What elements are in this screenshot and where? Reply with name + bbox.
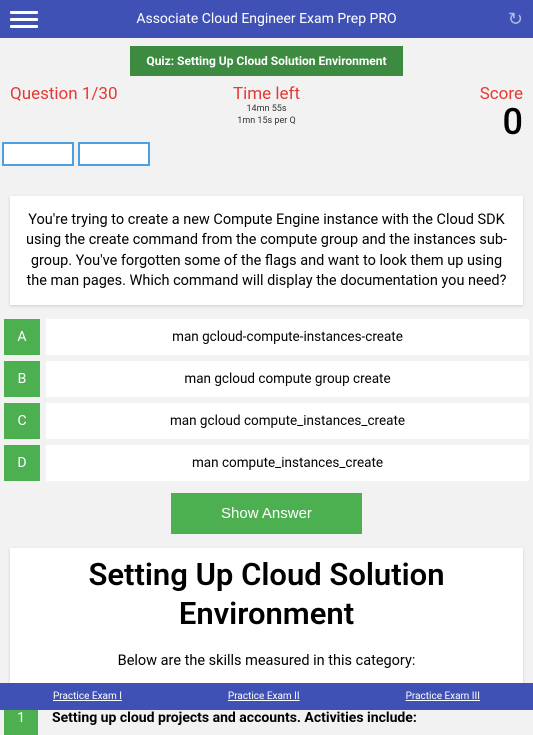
time-left-block: Time left 14mn 55s 1mn 15s per Q	[181, 84, 352, 127]
time-total: 14mn 55s	[181, 104, 352, 116]
score-block: Score 0	[352, 84, 523, 140]
score-label: Score	[352, 84, 523, 104]
answer-letter: B	[4, 361, 40, 397]
progress-boxes	[0, 140, 533, 168]
progress-box	[2, 142, 74, 166]
answer-text: man gcloud compute_instances_create	[40, 403, 529, 439]
content-subtitle: Below are the skills measured in this ca…	[24, 652, 509, 669]
footer-link-exam-3[interactable]: Practice Exam III	[406, 691, 480, 702]
progress-box	[78, 142, 150, 166]
quiz-banner: Quiz: Setting Up Cloud Solution Environm…	[130, 46, 402, 76]
content-title: Setting Up Cloud Solution Environment	[24, 556, 509, 634]
time-left-label: Time left	[181, 84, 352, 104]
time-per-q: 1mn 15s per Q	[181, 116, 352, 128]
menu-icon[interactable]	[10, 5, 38, 33]
footer-tabs: Practice Exam I Practice Exam II Practic…	[0, 683, 533, 710]
footer-link-exam-2[interactable]: Practice Exam II	[228, 691, 300, 702]
answer-option[interactable]: B man gcloud compute group create	[4, 361, 529, 397]
answer-list: A man gcloud-compute-instances-create B …	[4, 319, 529, 481]
answer-text: man gcloud compute group create	[40, 361, 529, 397]
question-counter: Question 1/30	[10, 84, 181, 104]
show-answer-button[interactable]: Show Answer	[171, 493, 362, 534]
score-value: 0	[352, 104, 523, 140]
stats-row: Question 1/30 Time left 14mn 55s 1mn 15s…	[0, 84, 533, 140]
answer-text: man gcloud-compute-instances-create	[40, 319, 529, 355]
refresh-icon[interactable]: ↻	[508, 9, 523, 30]
answer-option[interactable]: C man gcloud compute_instances_create	[4, 403, 529, 439]
answer-letter: D	[4, 445, 40, 481]
answer-letter: A	[4, 319, 40, 355]
answer-text: man compute_instances_create	[40, 445, 529, 481]
footer-link-exam-1[interactable]: Practice Exam I	[53, 691, 122, 702]
question-card: You're trying to create a new Compute En…	[10, 196, 523, 305]
answer-option[interactable]: A man gcloud-compute-instances-create	[4, 319, 529, 355]
content-card: Setting Up Cloud Solution Environment Be…	[10, 548, 523, 687]
answer-letter: C	[4, 403, 40, 439]
app-title: Associate Cloud Engineer Exam Prep PRO	[136, 11, 396, 27]
skill-text: Setting up cloud projects and accounts. …	[52, 710, 417, 726]
answer-option[interactable]: D man compute_instances_create	[4, 445, 529, 481]
app-header: Associate Cloud Engineer Exam Prep PRO ↻	[0, 0, 533, 38]
